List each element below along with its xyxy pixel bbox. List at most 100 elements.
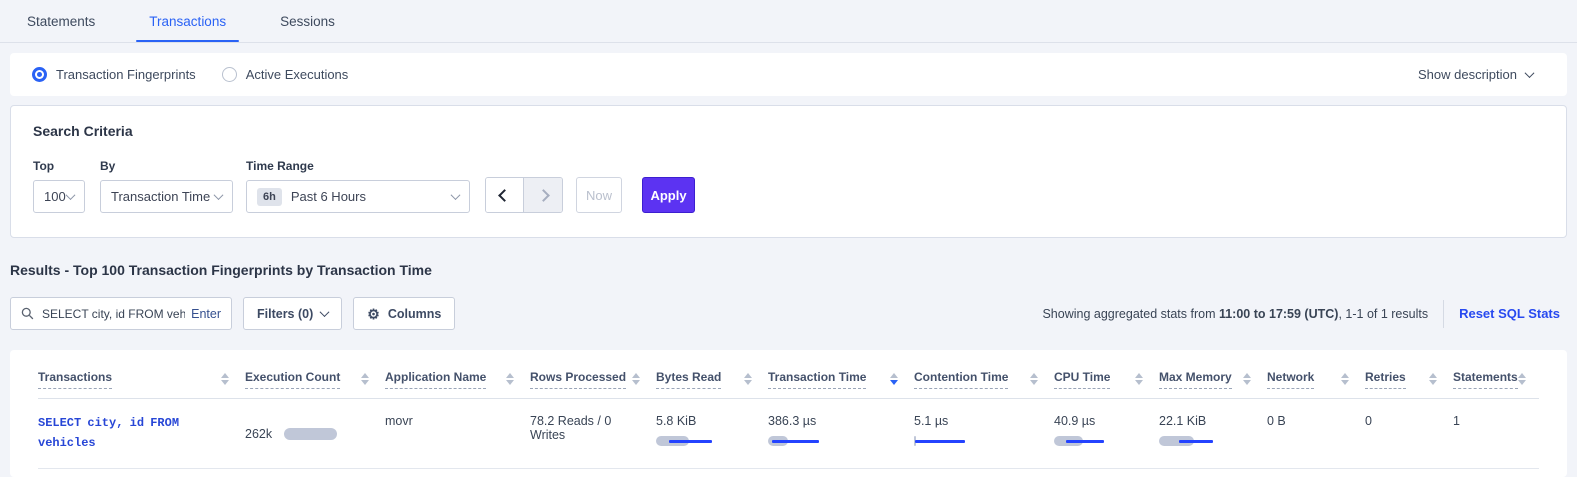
- chevron-down-icon: [66, 190, 76, 200]
- sort-icon: [1518, 370, 1526, 385]
- apply-button[interactable]: Apply: [642, 177, 695, 213]
- cell-max-memory: 22.1 KiB: [1159, 399, 1267, 468]
- column-label: Retries: [1365, 370, 1406, 389]
- transaction-fingerprint-link[interactable]: SELECT city, id FROM vehicles: [38, 414, 216, 454]
- column-label: Rows Processed: [530, 370, 626, 389]
- column-header-transactions[interactable]: Transactions: [38, 356, 245, 389]
- sort-icon: [1429, 370, 1437, 385]
- column-header-max-memory[interactable]: Max Memory: [1159, 356, 1267, 389]
- cell-bytes-read: 5.8 KiB: [656, 399, 768, 468]
- column-header-statements[interactable]: Statements: [1453, 356, 1542, 389]
- column-label: Execution Count: [245, 370, 340, 389]
- sql-search-input[interactable]: [42, 307, 185, 321]
- results-table-card: Transactions Execution Count Application…: [10, 350, 1567, 477]
- radio-active-executions[interactable]: Active Executions: [222, 67, 349, 82]
- radio-selected-icon: [32, 67, 47, 82]
- by-select[interactable]: Transaction Time: [100, 180, 233, 213]
- column-label: Transactions: [38, 370, 112, 389]
- chevron-right-icon: [537, 189, 550, 202]
- max-memory-stddev-bar: [1159, 435, 1231, 447]
- column-header-rows-processed[interactable]: Rows Processed: [530, 356, 656, 389]
- sort-icon: [1030, 370, 1038, 385]
- cell-statements: 1: [1453, 399, 1539, 468]
- time-range-label: Time Range: [246, 159, 485, 173]
- cell-retries: 0: [1365, 399, 1453, 468]
- now-button[interactable]: Now: [576, 177, 622, 213]
- stats-prefix: Showing aggregated stats from: [1042, 307, 1219, 321]
- chevron-down-icon: [214, 190, 224, 200]
- execution-count-bar: [284, 428, 337, 440]
- by-select-value: Transaction Time: [111, 189, 210, 204]
- sort-icon: [744, 370, 752, 385]
- sort-icon: [632, 370, 640, 385]
- column-label: Application Name: [385, 370, 486, 389]
- show-description-toggle[interactable]: Show description: [1418, 67, 1545, 82]
- radio-label: Active Executions: [246, 67, 349, 82]
- gear-icon: ⚙: [367, 307, 380, 321]
- filters-label: Filters (0): [257, 307, 313, 321]
- previous-time-window-button[interactable]: [486, 178, 524, 212]
- reset-sql-stats-link[interactable]: Reset SQL Stats: [1459, 306, 1560, 321]
- top-select-value: 100: [44, 189, 66, 204]
- search-criteria-title: Search Criteria: [33, 123, 1544, 139]
- execution-count-value: 262k: [245, 427, 272, 441]
- bytes-read-value: 5.8 KiB: [656, 414, 754, 428]
- cell-contention-time: 5.1 µs: [914, 399, 1054, 468]
- radio-transaction-fingerprints[interactable]: Transaction Fingerprints: [32, 67, 196, 82]
- time-range-badge: 6h: [257, 188, 282, 206]
- statements-value: 1: [1453, 414, 1460, 428]
- stats-range: 11:00 to 17:59 (UTC): [1219, 307, 1338, 321]
- column-header-contention-time[interactable]: Contention Time: [914, 356, 1054, 389]
- cpu-time-value: 40.9 µs: [1054, 414, 1145, 428]
- top-label: Top: [33, 159, 100, 173]
- column-header-transaction-time[interactable]: Transaction Time: [768, 356, 914, 389]
- radio-label: Transaction Fingerprints: [56, 67, 196, 82]
- top-control-group: Top 100: [33, 159, 100, 213]
- filters-button[interactable]: Filters (0): [243, 297, 342, 330]
- column-header-application-name[interactable]: Application Name: [385, 356, 530, 389]
- cell-network: 0 B: [1267, 399, 1365, 468]
- sql-search-box[interactable]: Enter: [10, 297, 232, 330]
- vertical-divider: [1443, 300, 1444, 328]
- rows-processed-value: 78.2 Reads / 0 Writes: [530, 414, 611, 442]
- column-label: Transaction Time: [768, 370, 866, 389]
- search-icon: [21, 307, 34, 320]
- column-header-bytes-read[interactable]: Bytes Read: [656, 356, 768, 389]
- cell-execution-count: 262k: [245, 399, 385, 468]
- time-nav-group: [485, 177, 563, 213]
- column-label: Bytes Read: [656, 370, 721, 389]
- top-select[interactable]: 100: [33, 180, 85, 213]
- application-name-value: movr: [385, 414, 413, 428]
- results-title: Results - Top 100 Transaction Fingerprin…: [10, 262, 1567, 278]
- columns-button[interactable]: ⚙ Columns: [353, 297, 455, 330]
- sort-icon: [1341, 370, 1349, 385]
- chevron-down-icon: [320, 307, 330, 317]
- cell-rows-processed: 78.2 Reads / 0 Writes: [530, 399, 656, 468]
- columns-label: Columns: [388, 307, 441, 321]
- column-label: Network: [1267, 370, 1314, 389]
- time-range-select[interactable]: 6h Past 6 Hours: [246, 180, 470, 213]
- column-header-execution-count[interactable]: Execution Count: [245, 356, 385, 389]
- column-header-network[interactable]: Network: [1267, 356, 1365, 389]
- cell-cpu-time: 40.9 µs: [1054, 399, 1159, 468]
- time-range-value: Past 6 Hours: [291, 189, 366, 204]
- column-header-cpu-time[interactable]: CPU Time: [1054, 356, 1159, 389]
- criteria-controls-row: Top 100 By Transaction Time Time Range 6…: [33, 159, 1544, 213]
- network-value: 0 B: [1267, 414, 1286, 428]
- radio-unselected-icon: [222, 67, 237, 82]
- column-header-retries[interactable]: Retries: [1365, 356, 1453, 389]
- tab-statements[interactable]: Statements: [0, 0, 122, 42]
- column-label: Statements: [1453, 370, 1518, 389]
- sort-icon: [361, 370, 369, 385]
- next-time-window-button[interactable]: [524, 178, 562, 212]
- aggregated-stats-text: Showing aggregated stats from 11:00 to 1…: [1042, 307, 1428, 321]
- by-label: By: [100, 159, 246, 173]
- column-label: Contention Time: [914, 370, 1008, 389]
- contention-time-stddev-bar: [914, 435, 986, 447]
- transaction-time-value: 386.3 µs: [768, 414, 900, 428]
- tab-transactions[interactable]: Transactions: [122, 0, 253, 42]
- tab-sessions[interactable]: Sessions: [253, 0, 362, 42]
- show-description-label: Show description: [1418, 67, 1517, 82]
- cpu-time-stddev-bar: [1054, 435, 1126, 447]
- chevron-down-icon: [1525, 68, 1535, 78]
